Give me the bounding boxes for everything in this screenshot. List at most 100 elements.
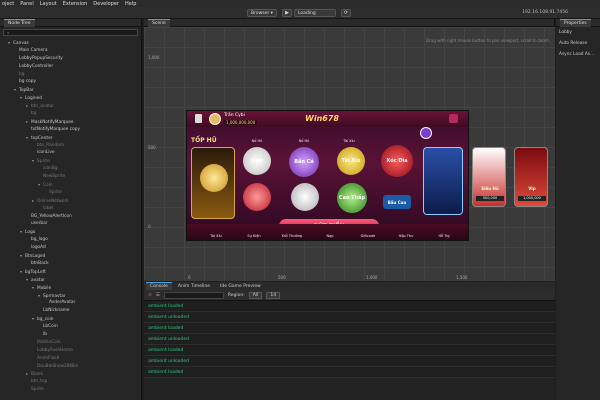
gift-icon[interactable] — [420, 127, 432, 139]
menu-item[interactable]: Extension — [63, 1, 88, 7]
node-tree: ▾ Canvas Main Camera LobbyPopupSecurity Lobb… — [0, 38, 141, 394]
tree-node[interactable]: btn_Random — [0, 142, 141, 150]
console-filter-input[interactable] — [163, 291, 224, 299]
property-row[interactable]: Lobby — [556, 27, 600, 38]
level-select[interactable]: 14 — [266, 291, 281, 299]
side-card-vip[interactable]: Vip 1,000,000 — [514, 147, 548, 207]
tree-node[interactable]: ▸ OnlineNetwork — [0, 197, 141, 205]
tree-node[interactable]: ▾ Coin — [0, 181, 141, 189]
tree-node[interactable]: ▾ avatar — [0, 276, 141, 284]
menu-grid-icon[interactable] — [449, 114, 458, 123]
tree-node[interactable]: ▾ Sprite — [0, 157, 141, 165]
clear-icon[interactable]: ⊘ — [148, 293, 152, 298]
tree-node[interactable]: DouBleShow2BtBin — [0, 363, 141, 371]
tree-node-label: Canvas — [13, 41, 29, 46]
game-icon-xoc-dia[interactable]: Xóc Đĩa — [381, 145, 413, 177]
bottom-nav-item[interactable]: Đổi Thưởng — [277, 234, 307, 238]
filter-icon[interactable]: ☰ — [156, 293, 160, 298]
back-icon[interactable] — [195, 114, 202, 123]
game-icon-bau-cua-banner[interactable]: Bầu Cua — [383, 195, 411, 209]
tree-node[interactable]: ▾ topCenter — [0, 134, 141, 142]
tree-node[interactable]: bg_logo — [0, 236, 141, 244]
tree-node[interactable]: ▾ Canvas — [0, 39, 141, 47]
tree-node[interactable]: Main Camera — [0, 47, 141, 55]
bottom-nav-item[interactable]: Tài Xỉu — [201, 234, 231, 238]
tree-node[interactable]: bg copy — [0, 78, 141, 86]
tree-node[interactable]: NewSprite — [0, 173, 141, 181]
tree-node[interactable]: iconBg — [0, 165, 141, 173]
game-lobby-canvas[interactable]: Trần Cybi 1,000,000,000 Win678 TỐP HŨ Nổ… — [186, 110, 469, 241]
tab-game-preview[interactable]: Ide Game Preview — [216, 282, 265, 290]
menu-item[interactable]: Developer — [93, 1, 119, 7]
tree-node[interactable]: ▾ BtnLoged — [0, 252, 141, 260]
tree-node[interactable]: LbCoin — [0, 323, 141, 331]
tree-node[interactable]: MobileCoin — [0, 339, 141, 347]
tree-node[interactable]: lb — [0, 331, 141, 339]
tree-node[interactable]: LobbyController — [0, 63, 141, 71]
game-icon-cao-thap[interactable]: Cao Thấp — [337, 183, 367, 213]
menu-item[interactable]: Help — [125, 1, 136, 7]
tree-node[interactable]: ▾ TopBar — [0, 86, 141, 94]
tree-node-label: Sprite — [49, 189, 62, 195]
tree-node-label: iconLive — [37, 150, 55, 156]
property-row[interactable]: Async Load As... — [556, 49, 600, 60]
game-icon-sam[interactable]: Sâm — [243, 147, 271, 175]
tab-properties[interactable]: Properties — [560, 18, 591, 27]
tree-node[interactable]: iconLive — [0, 149, 141, 157]
tree-node[interactable]: BG_YellowAlertIcon — [0, 213, 141, 221]
bottom-nav-item[interactable]: Hộp Thư — [391, 234, 421, 238]
tree-node[interactable]: ▾ bgTopLeft — [0, 268, 141, 276]
tree-node[interactable]: btn_top — [0, 378, 141, 386]
bottom-nav-item[interactable]: Nạp — [315, 234, 345, 238]
tree-node[interactable]: label — [0, 205, 141, 213]
bottom-nav-item[interactable]: Hỗ Trợ — [429, 234, 459, 238]
tree-node[interactable]: txtNotifyMarquee copy — [0, 126, 141, 134]
tree-node[interactable]: Sprite — [0, 386, 141, 394]
tree-node[interactable]: ▾ bg_coin — [0, 315, 141, 323]
play-button[interactable]: ▶ — [282, 9, 292, 17]
property-row[interactable]: Auto Release — [556, 38, 600, 49]
refresh-button[interactable]: ⟳ — [341, 9, 351, 17]
tree-node[interactable]: Sprite — [0, 189, 141, 197]
tree-node[interactable]: bg — [0, 71, 141, 79]
menu-item[interactable]: Layout — [40, 1, 57, 7]
tree-node[interactable]: bg — [0, 110, 141, 118]
tree-node[interactable]: ▾ Mobile — [0, 284, 141, 292]
tree-node[interactable]: ▾ Logined — [0, 94, 141, 102]
tree-node[interactable]: btnBack — [0, 260, 141, 268]
game-icon-bau-cua[interactable] — [243, 183, 271, 211]
game-icon-xocdia-plate[interactable] — [291, 183, 319, 211]
tree-node[interactable]: ▸ Blank — [0, 370, 141, 378]
tab-scene[interactable]: Scene — [148, 18, 170, 27]
bottom-nav-item[interactable]: Giftcode — [353, 234, 383, 238]
node-search-input[interactable]: ⌕ — [3, 29, 138, 36]
bottom-nav-item[interactable]: Sự Kiện — [239, 234, 269, 238]
game-icon-ban-ca[interactable]: Bắn Cá — [289, 147, 319, 177]
menu-item[interactable]: oject — [2, 1, 14, 7]
tree-node[interactable]: userbar — [0, 220, 141, 228]
main-toolbar: Browser ▾ ▶ Loading ⟳ 192.16.108.91.7456 — [0, 7, 600, 19]
tab-anim-timeline[interactable]: Anim Timeline — [174, 282, 214, 290]
menu-item[interactable]: Panel — [20, 1, 34, 7]
preview-platform-select[interactable]: Browser ▾ — [247, 9, 277, 17]
tree-node[interactable]: ▾ Logo — [0, 228, 141, 236]
avatar[interactable] — [209, 113, 221, 125]
tree-node[interactable]: ▾ Sprmavtar — [0, 292, 141, 300]
fish-hunter-card[interactable] — [423, 147, 463, 215]
side-card-sieu-hu[interactable]: Siêu Hũ 500,000 — [472, 147, 506, 207]
jackpot-panel[interactable] — [191, 147, 235, 219]
tree-node[interactable]: LbNickname — [0, 307, 141, 315]
tree-node[interactable]: AvderAvatar — [0, 299, 141, 307]
tree-node[interactable]: AnimFlash — [0, 355, 141, 363]
game-icon-tai-xiu[interactable]: Tài Xỉu — [337, 147, 365, 175]
region-select[interactable]: All — [248, 291, 263, 299]
tree-node[interactable]: ▸ MaskNotifyMarquee — [0, 118, 141, 126]
tree-node[interactable]: ▸ btn_avatar — [0, 102, 141, 110]
tree-node[interactable]: LobbyPushHome — [0, 347, 141, 355]
tab-node-tree[interactable]: Node Tree — [4, 18, 35, 27]
tree-node[interactable]: LobbyPopupSecurity — [0, 55, 141, 63]
tab-console[interactable]: Console — [146, 282, 172, 290]
ruler-left-label: 0 — [148, 224, 151, 229]
tree-node-label: logoAd — [31, 245, 46, 251]
tree-node[interactable]: logoAd — [0, 244, 141, 252]
